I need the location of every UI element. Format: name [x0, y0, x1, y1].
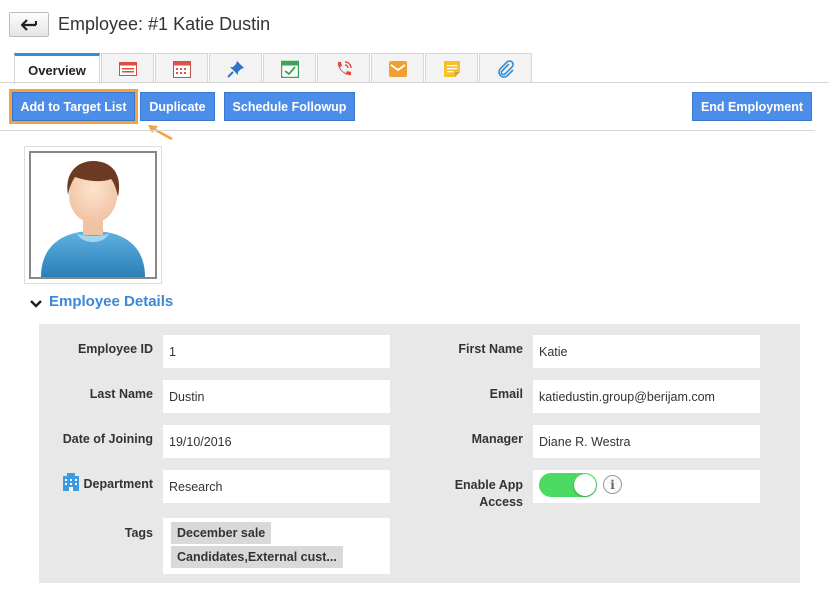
department-label: Department: [83, 477, 153, 491]
toolbar-divider: [0, 130, 815, 131]
date-of-joining-label: Date of Joining: [62, 432, 153, 446]
department-value[interactable]: Research: [163, 470, 390, 503]
employee-details-header[interactable]: Employee Details: [30, 293, 173, 310]
tag-chip[interactable]: Candidates,External cust...: [171, 546, 343, 568]
tab-calendar[interactable]: [155, 53, 208, 83]
employee-photo[interactable]: [24, 146, 162, 284]
page-title: Employee: #1 Katie Dustin: [58, 14, 271, 34]
email-value[interactable]: katiedustin.group@berijam.com: [533, 380, 760, 413]
tab-email[interactable]: [371, 53, 424, 83]
pointer-arrow-icon: [148, 125, 173, 141]
email-icon: [388, 60, 407, 77]
section-title: Employee Details: [49, 293, 174, 310]
tab-notes[interactable]: [425, 53, 478, 83]
tab-overview[interactable]: Overview: [14, 53, 100, 84]
back-arrow-icon: [21, 18, 37, 31]
details-card-icon: [118, 61, 137, 76]
manager-value[interactable]: Diane R. Westra: [533, 425, 760, 458]
last-name-label: Last Name: [89, 387, 153, 401]
back-button[interactable]: [9, 12, 49, 37]
avatar-icon: [41, 161, 145, 277]
tab-pin[interactable]: [209, 53, 262, 83]
employee-id-label: Employee ID: [77, 342, 153, 356]
date-of-joining-value[interactable]: 19/10/2016: [163, 425, 390, 458]
first-name-value[interactable]: Katie: [533, 335, 760, 368]
pin-icon: [226, 60, 244, 78]
add-to-target-list-button[interactable]: Add to Target List: [12, 92, 135, 121]
tab-tasks[interactable]: [263, 53, 316, 83]
email-label: Email: [489, 387, 523, 401]
building-icon: [63, 473, 79, 491]
note-icon: [443, 60, 460, 77]
enable-app-access-label: Enable App Access: [454, 478, 523, 509]
tags-label: Tags: [124, 526, 153, 540]
first-name-label: First Name: [458, 342, 523, 356]
last-name-value[interactable]: Dustin: [163, 380, 390, 413]
chevron-down-icon: [30, 299, 42, 308]
tag-chip[interactable]: December sale: [171, 522, 272, 544]
employee-id-value[interactable]: 1: [163, 335, 390, 368]
tab-bar: Overview: [14, 53, 533, 84]
tab-details[interactable]: [101, 53, 154, 83]
phone-call-icon: [337, 60, 352, 75]
end-employment-button[interactable]: End Employment: [692, 92, 812, 121]
duplicate-button[interactable]: Duplicate: [140, 92, 215, 121]
paperclip-icon: [497, 59, 514, 78]
manager-label: Manager: [471, 432, 523, 446]
calendar-check-icon: [280, 60, 299, 78]
schedule-followup-button[interactable]: Schedule Followup: [224, 92, 355, 121]
calendar-icon: [172, 60, 191, 78]
tabs-divider: [0, 82, 829, 83]
info-icon[interactable]: i: [603, 475, 622, 494]
tab-attachments[interactable]: [479, 53, 532, 83]
enable-app-access-toggle[interactable]: [539, 473, 597, 497]
tab-calls[interactable]: [317, 53, 370, 83]
